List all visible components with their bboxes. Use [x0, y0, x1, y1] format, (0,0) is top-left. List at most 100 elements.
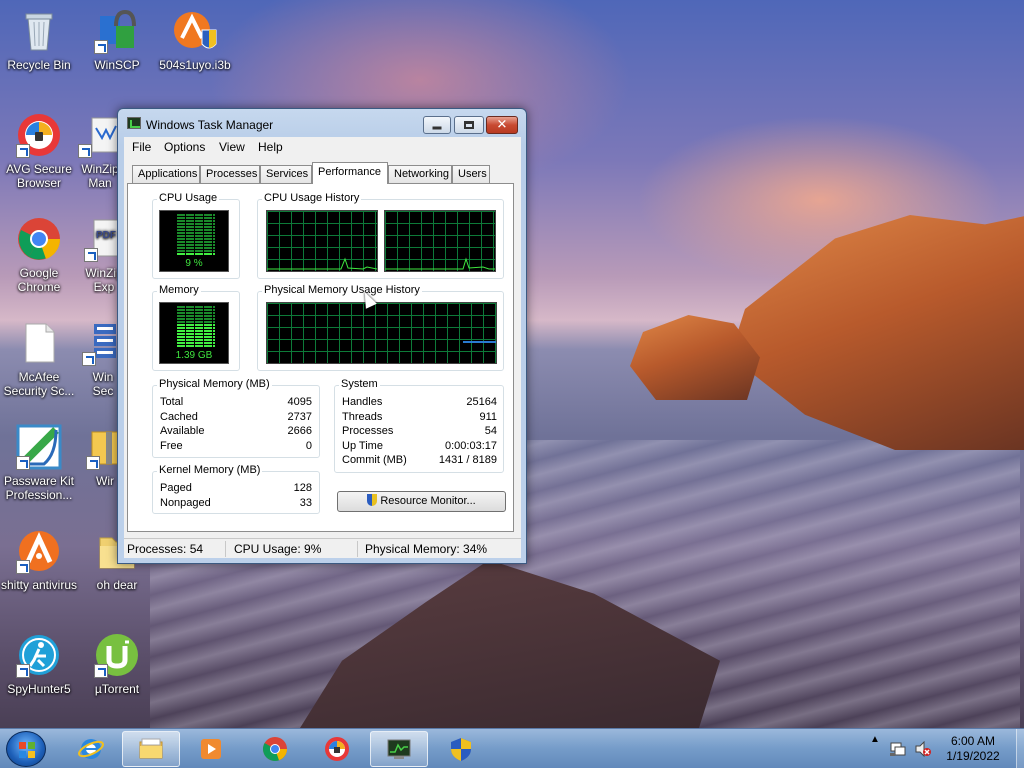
window-titlebar[interactable]: Windows Task Manager ✕: [118, 109, 526, 139]
desktop-icon-label: McAfee Security Sc...: [3, 370, 75, 398]
system-clock[interactable]: 6:00 AM 1/19/2022: [930, 734, 1016, 764]
desktop-icon-label: WinSCP: [94, 58, 140, 72]
desktop-icon-label: Recycle Bin: [7, 58, 71, 72]
minimize-button[interactable]: [423, 116, 451, 134]
taskbar-security-center[interactable]: [432, 731, 490, 767]
memory-meter: 1.39 GB: [159, 302, 229, 364]
close-button[interactable]: ✕: [486, 116, 518, 134]
desktop-icon-spyhunter[interactable]: SpyHunter5: [0, 632, 78, 696]
minimize-icon: [432, 126, 442, 130]
passware-icon: [16, 424, 62, 470]
memory-history-group: Physical Memory Usage History: [257, 284, 504, 371]
memory-value: 1.39 GB: [175, 350, 213, 361]
status-bar: Processes: 54 CPU Usage: 9% Physical Mem…: [124, 538, 521, 558]
stat-label: Commit (MB): [342, 454, 407, 466]
memory-label: Memory: [157, 284, 201, 296]
stat-label: Cached: [160, 411, 198, 423]
show-desktop-button[interactable]: [1016, 729, 1024, 768]
start-button[interactable]: [6, 731, 46, 767]
desktop-icon-avg-secure-browser[interactable]: AVG Secure Browser: [0, 112, 78, 190]
stat-value: 2666: [287, 425, 312, 437]
desktop-icon-passware[interactable]: Passware Kit Profession...: [0, 424, 78, 502]
menu-help[interactable]: Help: [258, 140, 283, 154]
stat-label: Processes: [342, 425, 394, 437]
performance-panel: CPU Usage 9 % CPU Usage History Memory 1…: [127, 183, 514, 532]
desktop-icon-google-chrome[interactable]: Google Chrome: [0, 216, 78, 294]
network-icon[interactable]: [890, 741, 906, 757]
chrome-icon: [262, 737, 287, 762]
tab-applications[interactable]: Applications: [132, 165, 200, 183]
stat-label: Up Time: [342, 440, 383, 452]
internet-explorer-icon: [78, 739, 104, 759]
taskbar-windows-explorer[interactable]: [122, 731, 180, 767]
maximize-icon: [464, 121, 474, 129]
shortcut-arrow-icon: [84, 248, 98, 262]
taskbar-chrome[interactable]: [246, 731, 304, 767]
menu-options[interactable]: Options: [164, 140, 205, 154]
task-manager-icon: [127, 117, 141, 129]
document-icon: [16, 320, 62, 366]
tab-services[interactable]: Services: [260, 165, 312, 183]
stat-label: Nonpaged: [160, 497, 211, 509]
close-icon: ✕: [496, 117, 508, 133]
show-hidden-icons[interactable]: ▲: [870, 734, 880, 745]
tab-users[interactable]: Users: [452, 165, 490, 183]
cpu-history-label: CPU Usage History: [262, 192, 362, 204]
tab-networking[interactable]: Networking: [388, 165, 452, 183]
desktop-icon-utorrent[interactable]: µTorrent: [78, 632, 156, 696]
taskbar-media-player[interactable]: [182, 731, 240, 767]
memory-group: Memory 1.39 GB: [152, 284, 240, 371]
resource-monitor-button[interactable]: Resource Monitor...: [337, 491, 506, 512]
avg-browser-icon: [16, 112, 62, 158]
menu-view[interactable]: View: [219, 140, 245, 154]
task-manager-window[interactable]: Windows Task Manager ✕ File Options View…: [117, 108, 527, 564]
cpu-usage-group: CPU Usage 9 %: [152, 192, 240, 279]
shortcut-arrow-icon: [94, 40, 108, 54]
winzip-icon: [78, 112, 122, 158]
menu-file[interactable]: File: [132, 140, 151, 154]
desktop-icon-label: 504s1uyo.i3b: [159, 58, 231, 72]
desktop-icon-winzip[interactable]: WinZip Man: [78, 112, 122, 190]
utorrent-icon: [94, 632, 140, 678]
tab-performance[interactable]: Performance: [312, 162, 388, 184]
desktop-icon-label: Passware Kit Profession...: [3, 474, 75, 502]
cpu-history-graph-core1: [266, 210, 378, 272]
shortcut-arrow-icon: [16, 456, 30, 470]
desktop-icon-winscp[interactable]: WinSCP: [78, 8, 156, 72]
menu-bar: File Options View Help: [124, 137, 521, 157]
shortcut-arrow-icon: [78, 144, 92, 158]
stat-label: Paged: [160, 482, 192, 494]
stat-value: 0: [305, 440, 312, 452]
desktop-icon-shitty-antivirus[interactable]: shitty antivirus: [0, 528, 78, 592]
winscp-icon: [94, 8, 140, 54]
window-client-area: File Options View Help Applications Proc…: [124, 137, 521, 558]
physical-memory-label: Physical Memory (MB): [157, 378, 272, 390]
windows-security-shield-icon: [451, 738, 471, 761]
task-manager-icon: [387, 739, 411, 759]
system-label: System: [339, 378, 380, 390]
windows-logo-icon: [19, 742, 35, 758]
chrome-icon: [16, 216, 62, 262]
spyhunter-icon: [16, 632, 62, 678]
maximize-button[interactable]: [454, 116, 484, 134]
taskbar-avg-browser[interactable]: [308, 731, 366, 767]
shortcut-arrow-icon: [16, 560, 30, 574]
tab-strip: Applications Processes Services Performa…: [124, 162, 521, 184]
svg-text:PDF: PDF: [96, 230, 116, 241]
tab-processes[interactable]: Processes: [200, 165, 260, 183]
desktop-icon-label: SpyHunter5: [7, 682, 71, 696]
taskbar-internet-explorer[interactable]: [62, 731, 120, 767]
desktop-icon-label: µTorrent: [94, 682, 140, 696]
taskbar-task-manager[interactable]: [370, 731, 428, 767]
memory-history-graph: [266, 302, 497, 364]
stat-value: 4095: [287, 396, 312, 408]
stat-value: 25164: [466, 396, 497, 408]
desktop-icon-mcafee[interactable]: McAfee Security Sc...: [0, 320, 78, 398]
status-processes: Processes: 54: [127, 542, 204, 556]
uac-shield-icon: [367, 494, 378, 506]
desktop-icon-504s1uyo[interactable]: 504s1uyo.i3b: [156, 8, 234, 72]
shortcut-arrow-icon: [16, 664, 30, 678]
stat-value: 2737: [287, 411, 312, 423]
desktop-icon-recycle-bin[interactable]: Recycle Bin: [0, 8, 78, 72]
cpu-meter-bars-active: [177, 253, 215, 256]
